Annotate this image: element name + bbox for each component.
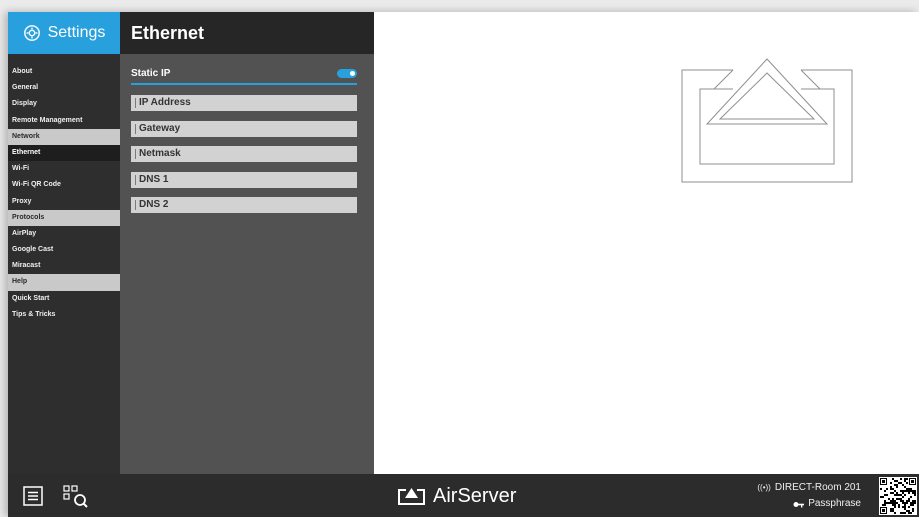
gateway-field[interactable]: Gateway — [131, 121, 357, 137]
airserver-window: Settings About General Display Remote Manag… — [8, 12, 919, 517]
bottom-bar: AirServer ((•)) DIRECT-Room 201 Passphra… — [8, 474, 919, 517]
sidebar-item-tips-tricks[interactable]: Tips & Tricks — [8, 307, 120, 323]
airserver-brand: AirServer — [398, 484, 516, 508]
qr-code-icon[interactable] — [879, 477, 917, 515]
ethernet-panel: Ethernet Static IP IP Address Gateway Ne… — [120, 12, 374, 474]
settings-header[interactable]: Settings — [8, 12, 120, 54]
sidebar-item-help[interactable]: Help — [8, 274, 120, 291]
main-display-area — [374, 12, 919, 474]
hamburger-menu-icon[interactable] — [23, 486, 43, 506]
sidebar-item-wi-fi[interactable]: Wi-Fi — [8, 161, 120, 177]
dns1-field[interactable]: DNS 1 — [131, 172, 357, 188]
settings-nav: About General Display Remote Management Netw… — [8, 64, 120, 323]
static-ip-label: Static IP — [131, 68, 171, 79]
static-ip-underline — [131, 83, 357, 85]
sidebar-item-google-cast[interactable]: Google Cast — [8, 242, 120, 258]
sidebar-item-network[interactable]: Network — [8, 128, 120, 145]
settings-sidebar: Settings About General Display Remote Manag… — [8, 12, 120, 474]
dns2-field[interactable]: DNS 2 — [131, 197, 357, 213]
sidebar-item-wi-fi-qr-code[interactable]: Wi-Fi QR Code — [8, 177, 120, 193]
network-name: DIRECT-Room 201 — [774, 482, 861, 493]
brand-name: AirServer — [433, 484, 517, 507]
sidebar-item-proxy[interactable]: Proxy — [8, 194, 120, 210]
panel-title: Ethernet — [120, 12, 374, 54]
connection-info: ((•)) DIRECT-Room 201 Passphrase — [757, 480, 861, 512]
toggle-knob — [350, 71, 355, 76]
settings-title: Settings — [47, 24, 106, 41]
sidebar-item-airplay[interactable]: AirPlay — [8, 226, 120, 242]
sidebar-item-about[interactable]: About — [8, 64, 120, 80]
cast-screen-icon — [681, 58, 853, 183]
key-icon — [793, 501, 805, 507]
sidebar-item-general[interactable]: General — [8, 80, 120, 96]
gear-icon — [23, 25, 40, 41]
sidebar-item-miracast[interactable]: Miracast — [8, 258, 120, 274]
static-ip-toggle[interactable] — [337, 69, 357, 78]
sidebar-item-quick-start[interactable]: Quick Start — [8, 291, 120, 307]
static-ip-row[interactable]: Static IP — [131, 66, 357, 84]
ip-address-field[interactable]: IP Address — [131, 95, 357, 111]
passphrase-label: Passphrase — [808, 498, 861, 509]
qr-search-icon[interactable] — [63, 485, 89, 509]
sidebar-item-protocols[interactable]: Protocols — [8, 209, 120, 226]
sidebar-item-display[interactable]: Display — [8, 96, 120, 112]
sidebar-item-ethernet[interactable]: Ethernet — [8, 144, 120, 162]
netmask-field[interactable]: Netmask — [131, 146, 357, 162]
sidebar-item-remote-management[interactable]: Remote Management — [8, 113, 120, 129]
wireless-signal-icon: ((•)) — [757, 483, 771, 492]
airserver-logo-icon — [398, 488, 425, 505]
